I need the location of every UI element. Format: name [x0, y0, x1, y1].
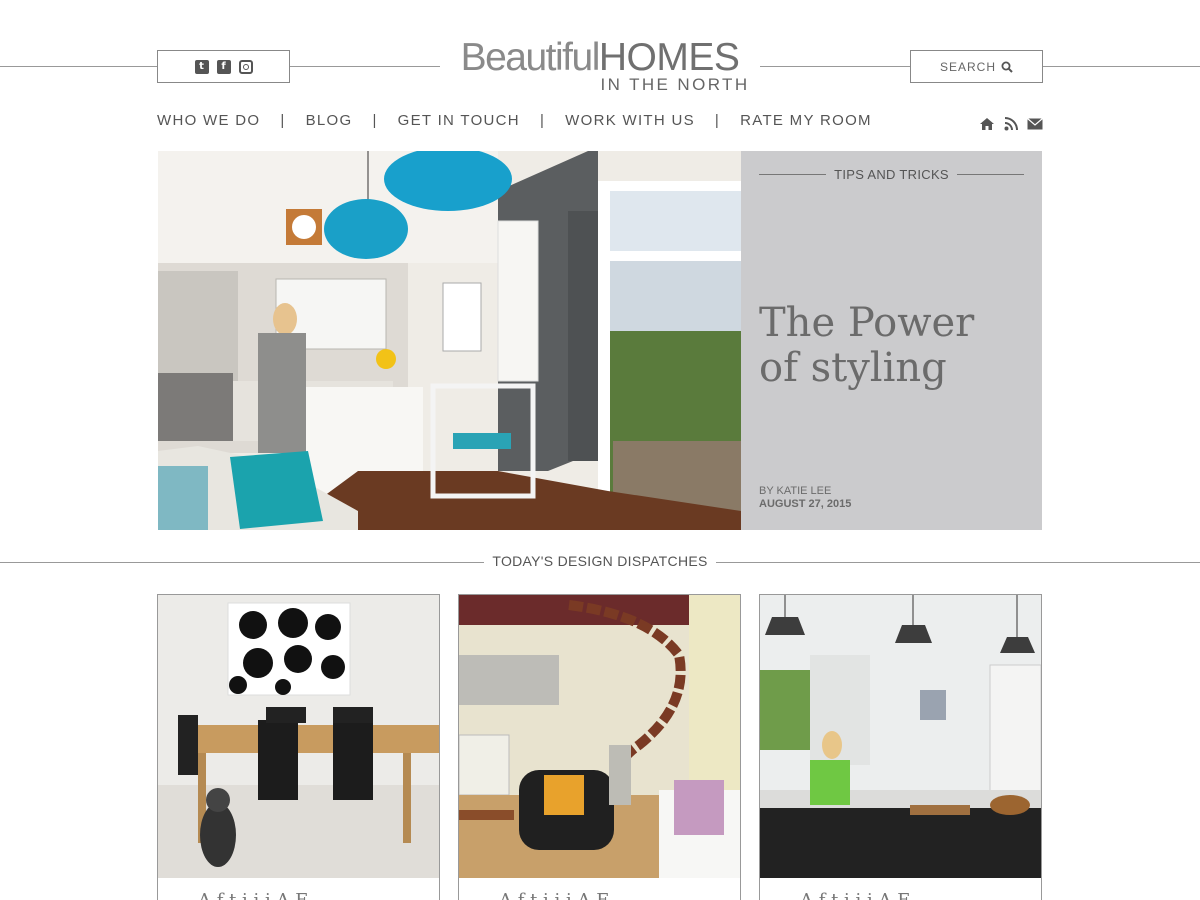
site-logo[interactable]: BeautifulHOMES IN THE NORTH	[440, 38, 760, 95]
header-rule-left	[0, 66, 157, 67]
search-label: SEARCH	[939, 59, 996, 74]
card-image-living	[459, 595, 740, 878]
section-heading: TODAY'S DESIGN DISPATCHES	[0, 553, 1200, 571]
utility-icons	[979, 116, 1043, 131]
hero-category-label[interactable]: TIPS AND TRICKS	[834, 167, 949, 182]
nav-separator: |	[372, 112, 378, 129]
nav-separator: |	[714, 112, 721, 129]
nav-item-blog[interactable]: BLOG	[306, 112, 353, 129]
header-rule-right	[1043, 66, 1200, 67]
hero-date: AUGUST 27, 2015	[759, 498, 852, 510]
main-nav: WHO WE DO | BLOG | GET IN TOUCH | WORK W…	[157, 112, 872, 129]
nav-item-who-we-do[interactable]: WHO WE DO	[157, 112, 260, 129]
hero-title-line2: of styling	[759, 345, 947, 391]
hero-title[interactable]: The Power of styling	[759, 301, 1029, 391]
home-icon[interactable]	[979, 116, 995, 131]
header-rule-left-mid	[290, 66, 440, 67]
search-button[interactable]: SEARCH	[910, 50, 1043, 83]
article-card[interactable]: A f t i i i A E	[157, 594, 440, 900]
hero-byline: BY KATIE LEE	[759, 485, 832, 497]
logo-brand-beautiful: Beautiful	[460, 36, 601, 79]
instagram-icon[interactable]	[238, 59, 253, 74]
logo-brand: BeautifulHOMES	[440, 38, 760, 78]
social-links: t f	[157, 50, 290, 83]
search-icon	[1001, 61, 1013, 73]
nav-item-get-in-touch[interactable]: GET IN TOUCH	[398, 112, 520, 129]
card-caption: A f t i i i A E	[198, 890, 308, 900]
nav-item-work-with-us[interactable]: WORK WITH US	[565, 112, 695, 129]
article-card[interactable]: A f t i i i A E	[458, 594, 741, 900]
card-caption: A f t i i i A E	[800, 890, 910, 900]
hero-feature: TIPS AND TRICKS The Power of styling BY …	[158, 151, 1042, 530]
category-rule	[956, 174, 1025, 175]
mail-icon[interactable]	[1027, 116, 1043, 131]
nav-separator: |	[280, 112, 286, 129]
category-rule	[759, 174, 827, 175]
hero-category: TIPS AND TRICKS	[759, 167, 1025, 182]
card-caption: A f t i i i A E	[499, 890, 609, 900]
section-heading-label: TODAY'S DESIGN DISPATCHES	[484, 553, 716, 569]
header-rule-right-mid	[760, 66, 910, 67]
facebook-icon[interactable]: f	[216, 59, 231, 74]
card-image-dining	[158, 595, 439, 878]
hero-photo[interactable]	[158, 151, 741, 530]
hero-panel: TIPS AND TRICKS The Power of styling BY …	[741, 151, 1042, 530]
nav-item-rate-my-room[interactable]: RATE MY ROOM	[740, 112, 872, 129]
article-card[interactable]: A f t i i i A E	[759, 594, 1042, 900]
hero-title-line1: The Power	[759, 300, 975, 346]
rss-icon[interactable]	[1003, 116, 1019, 131]
twitter-icon[interactable]: t	[194, 59, 209, 74]
card-image-kitchen	[760, 595, 1041, 878]
nav-separator: |	[539, 112, 546, 129]
logo-brand-homes: HOMES	[598, 36, 740, 79]
